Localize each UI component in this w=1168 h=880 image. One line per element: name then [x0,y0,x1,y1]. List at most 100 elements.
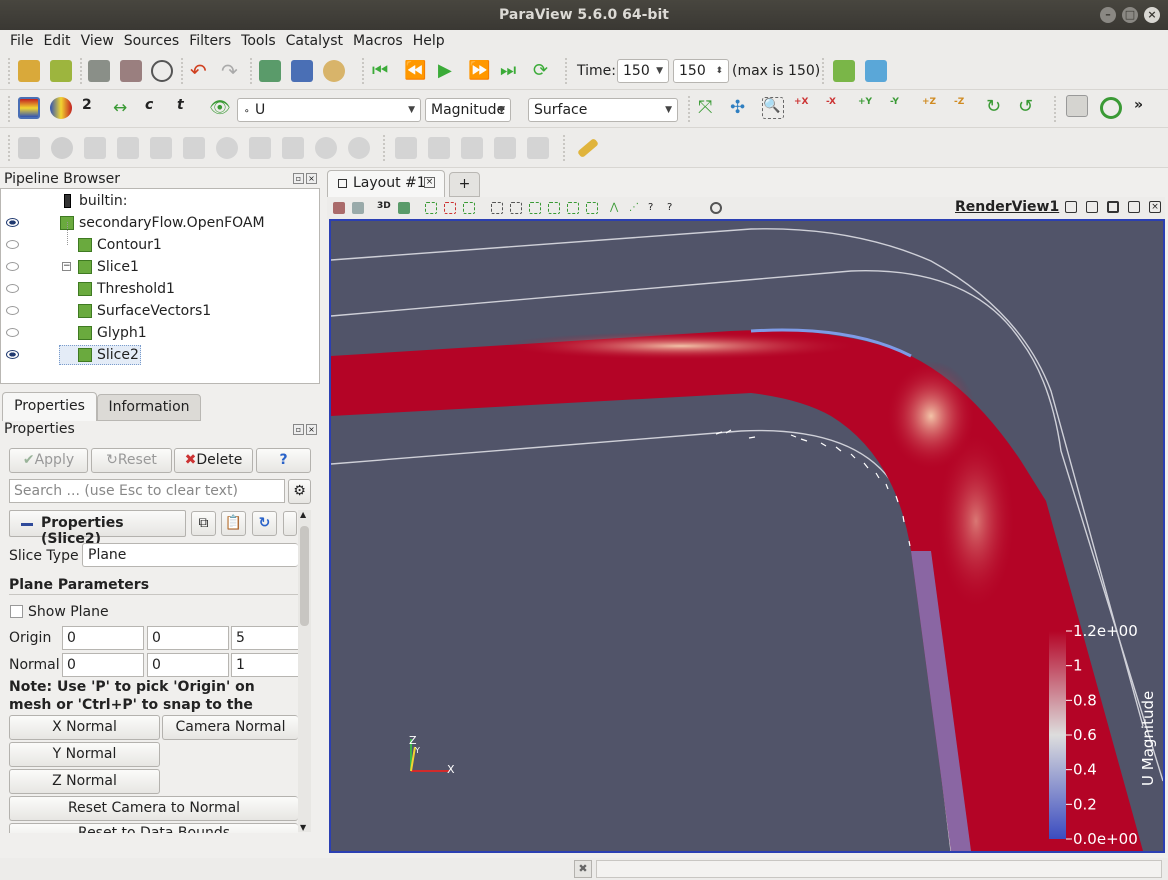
close-icon[interactable]: × [306,424,317,435]
plot-over-time-icon[interactable] [461,137,483,159]
slice-icon[interactable] [117,137,139,159]
warp-vector-icon[interactable] [282,137,304,159]
hover-cells-icon[interactable] [567,202,579,214]
menu-view[interactable]: View [76,30,119,52]
reset-session-icon[interactable] [259,60,281,82]
camera-normal-button[interactable]: Camera Normal [162,715,298,740]
scroll-down-icon[interactable]: ▼ [300,823,306,832]
maximize-icon[interactable]: □ [1122,7,1138,23]
menu-sources[interactable]: Sources [119,30,184,52]
representation-combo[interactable]: Surface ▼ [528,98,678,122]
menu-macros[interactable]: Macros [348,30,408,52]
rescale-visible-icon[interactable]: 👁 [209,97,231,119]
show-plane-checkbox[interactable] [10,605,23,618]
close-view-icon[interactable]: × [1149,201,1161,213]
select-blocks-icon[interactable] [510,202,522,214]
contour-icon[interactable] [51,137,73,159]
tab-information[interactable]: Information [97,394,201,421]
render-view[interactable]: Z Y X 1.2e+00 1 0.8 0.6 0.4 0.2 0.0e+00 U Magn… [329,219,1165,853]
select-frustum-icon[interactable] [463,202,475,214]
rescale-custom-c-icon[interactable]: c [145,97,167,119]
maximize-view-icon[interactable] [1107,201,1119,213]
capture-icon[interactable] [333,202,345,214]
scrollbar-thumb[interactable] [300,526,309,626]
copy-icon[interactable]: ⧉ [191,511,216,536]
eye-icon[interactable] [6,350,19,359]
minimize-icon[interactable]: – [1100,7,1116,23]
query-selection-icon[interactable]: ? [648,202,660,214]
find-data-icon[interactable] [833,60,855,82]
timestep-spinbox[interactable]: 150 ⬍ [673,59,729,83]
threshold-icon[interactable] [150,137,172,159]
render-canvas[interactable]: Z Y X 1.2e+0010.80.60.40.20.0e+00 U Magn… [331,221,1163,851]
properties-scrollbar[interactable]: ▲ ▼ [298,510,311,832]
float-icon[interactable]: ▫ [293,424,304,435]
menu-help[interactable]: Help [408,30,450,52]
pick-center-icon[interactable] [1100,97,1122,119]
loop-icon[interactable]: ⟳ [533,60,555,82]
save-defaults-icon[interactable] [283,511,297,536]
extract-level-icon[interactable] [348,137,370,159]
restore-defaults-icon[interactable]: ↻ [252,511,277,536]
next-frame-icon[interactable]: ⏩ [468,60,490,82]
component-combo[interactable]: Magnitude ▼ [425,98,511,122]
normal-y-input[interactable]: 0 [147,653,229,677]
rescale-custom-icon[interactable]: ↔ [113,97,135,119]
time-value-combo[interactable]: 150 ▼ [617,59,669,83]
eye-closed-icon[interactable] [6,262,19,271]
toggle-color-legend-icon[interactable] [18,97,40,119]
menu-tools[interactable]: Tools [236,30,281,52]
add-layout-tab[interactable]: + [449,172,480,197]
zoom-to-data-icon[interactable]: ✣ [730,97,752,119]
eye-closed-icon[interactable] [6,284,19,293]
close-icon[interactable]: × [424,177,435,188]
plot-over-line-icon[interactable] [428,137,450,159]
previous-frame-icon[interactable]: ⏪ [404,60,426,82]
rotate-plus-90-icon[interactable]: ↻ [986,97,1008,119]
view-minus-z-icon[interactable]: -Z [954,97,976,119]
pipeline-item-builtin[interactable]: builtin: [1,190,321,212]
normal-z-input[interactable]: 1 [231,653,298,677]
color-array-combo[interactable]: ⚬ U ▼ [237,98,421,122]
select-cells-icon[interactable] [425,202,437,214]
reset-camera-normal-button[interactable]: Reset Camera to Normal [9,796,298,821]
delete-button[interactable]: ✖Delete [174,448,253,473]
slice-type-combo[interactable]: Plane [82,543,298,567]
close-icon[interactable]: × [306,173,317,184]
properties-section-header[interactable]: Properties (Slice2) [9,510,186,547]
view-plus-x-icon[interactable]: +X [794,97,816,119]
more-tools-icon[interactable]: » [1134,97,1156,119]
menu-catalyst[interactable]: Catalyst [281,30,348,52]
extract-subset-icon[interactable] [183,137,205,159]
origin-x-input[interactable]: 0 [62,626,144,650]
open-icon[interactable] [18,60,40,82]
hover-points-icon[interactable] [548,202,560,214]
last-frame-icon[interactable]: ⏭ [500,60,522,82]
menu-edit[interactable]: Edit [38,30,75,52]
histogram-icon[interactable] [494,137,516,159]
pipeline-item-threshold1[interactable]: Threshold1 [1,278,321,300]
x-normal-button[interactable]: X Normal [9,715,160,740]
plot-selection-icon[interactable]: ? [667,202,679,214]
spin-arrows-icon[interactable]: ⬍ [715,60,723,82]
pipeline-item-slice2[interactable]: Slice2 [1,344,321,366]
float-icon[interactable]: ▫ [293,173,304,184]
stream-tracer-icon[interactable] [249,137,271,159]
clear-status-icon[interactable]: ✖ [574,860,592,878]
menu-file[interactable]: File [5,30,38,52]
disconnect-icon[interactable] [120,60,142,82]
split-horizontal-icon[interactable] [1065,201,1077,213]
view-screenshot-icon[interactable] [398,202,410,214]
plot-selection-icon[interactable] [395,137,417,159]
rescale-temporal-icon[interactable]: t [177,97,199,119]
close-icon[interactable]: × [1144,7,1160,23]
view-minus-y-icon[interactable]: -Y [890,97,912,119]
edit-color-map-icon[interactable] [50,97,72,119]
eye-icon[interactable] [6,218,19,227]
float-view-icon[interactable] [1128,201,1140,213]
rotate-minus-90-icon[interactable]: ↺ [1018,97,1040,119]
tab-layout-1[interactable]: Layout #1 × [327,170,445,197]
eye-closed-icon[interactable] [6,328,19,337]
interactive-select-icon[interactable] [529,202,541,214]
camera-undo-icon[interactable] [352,202,364,214]
